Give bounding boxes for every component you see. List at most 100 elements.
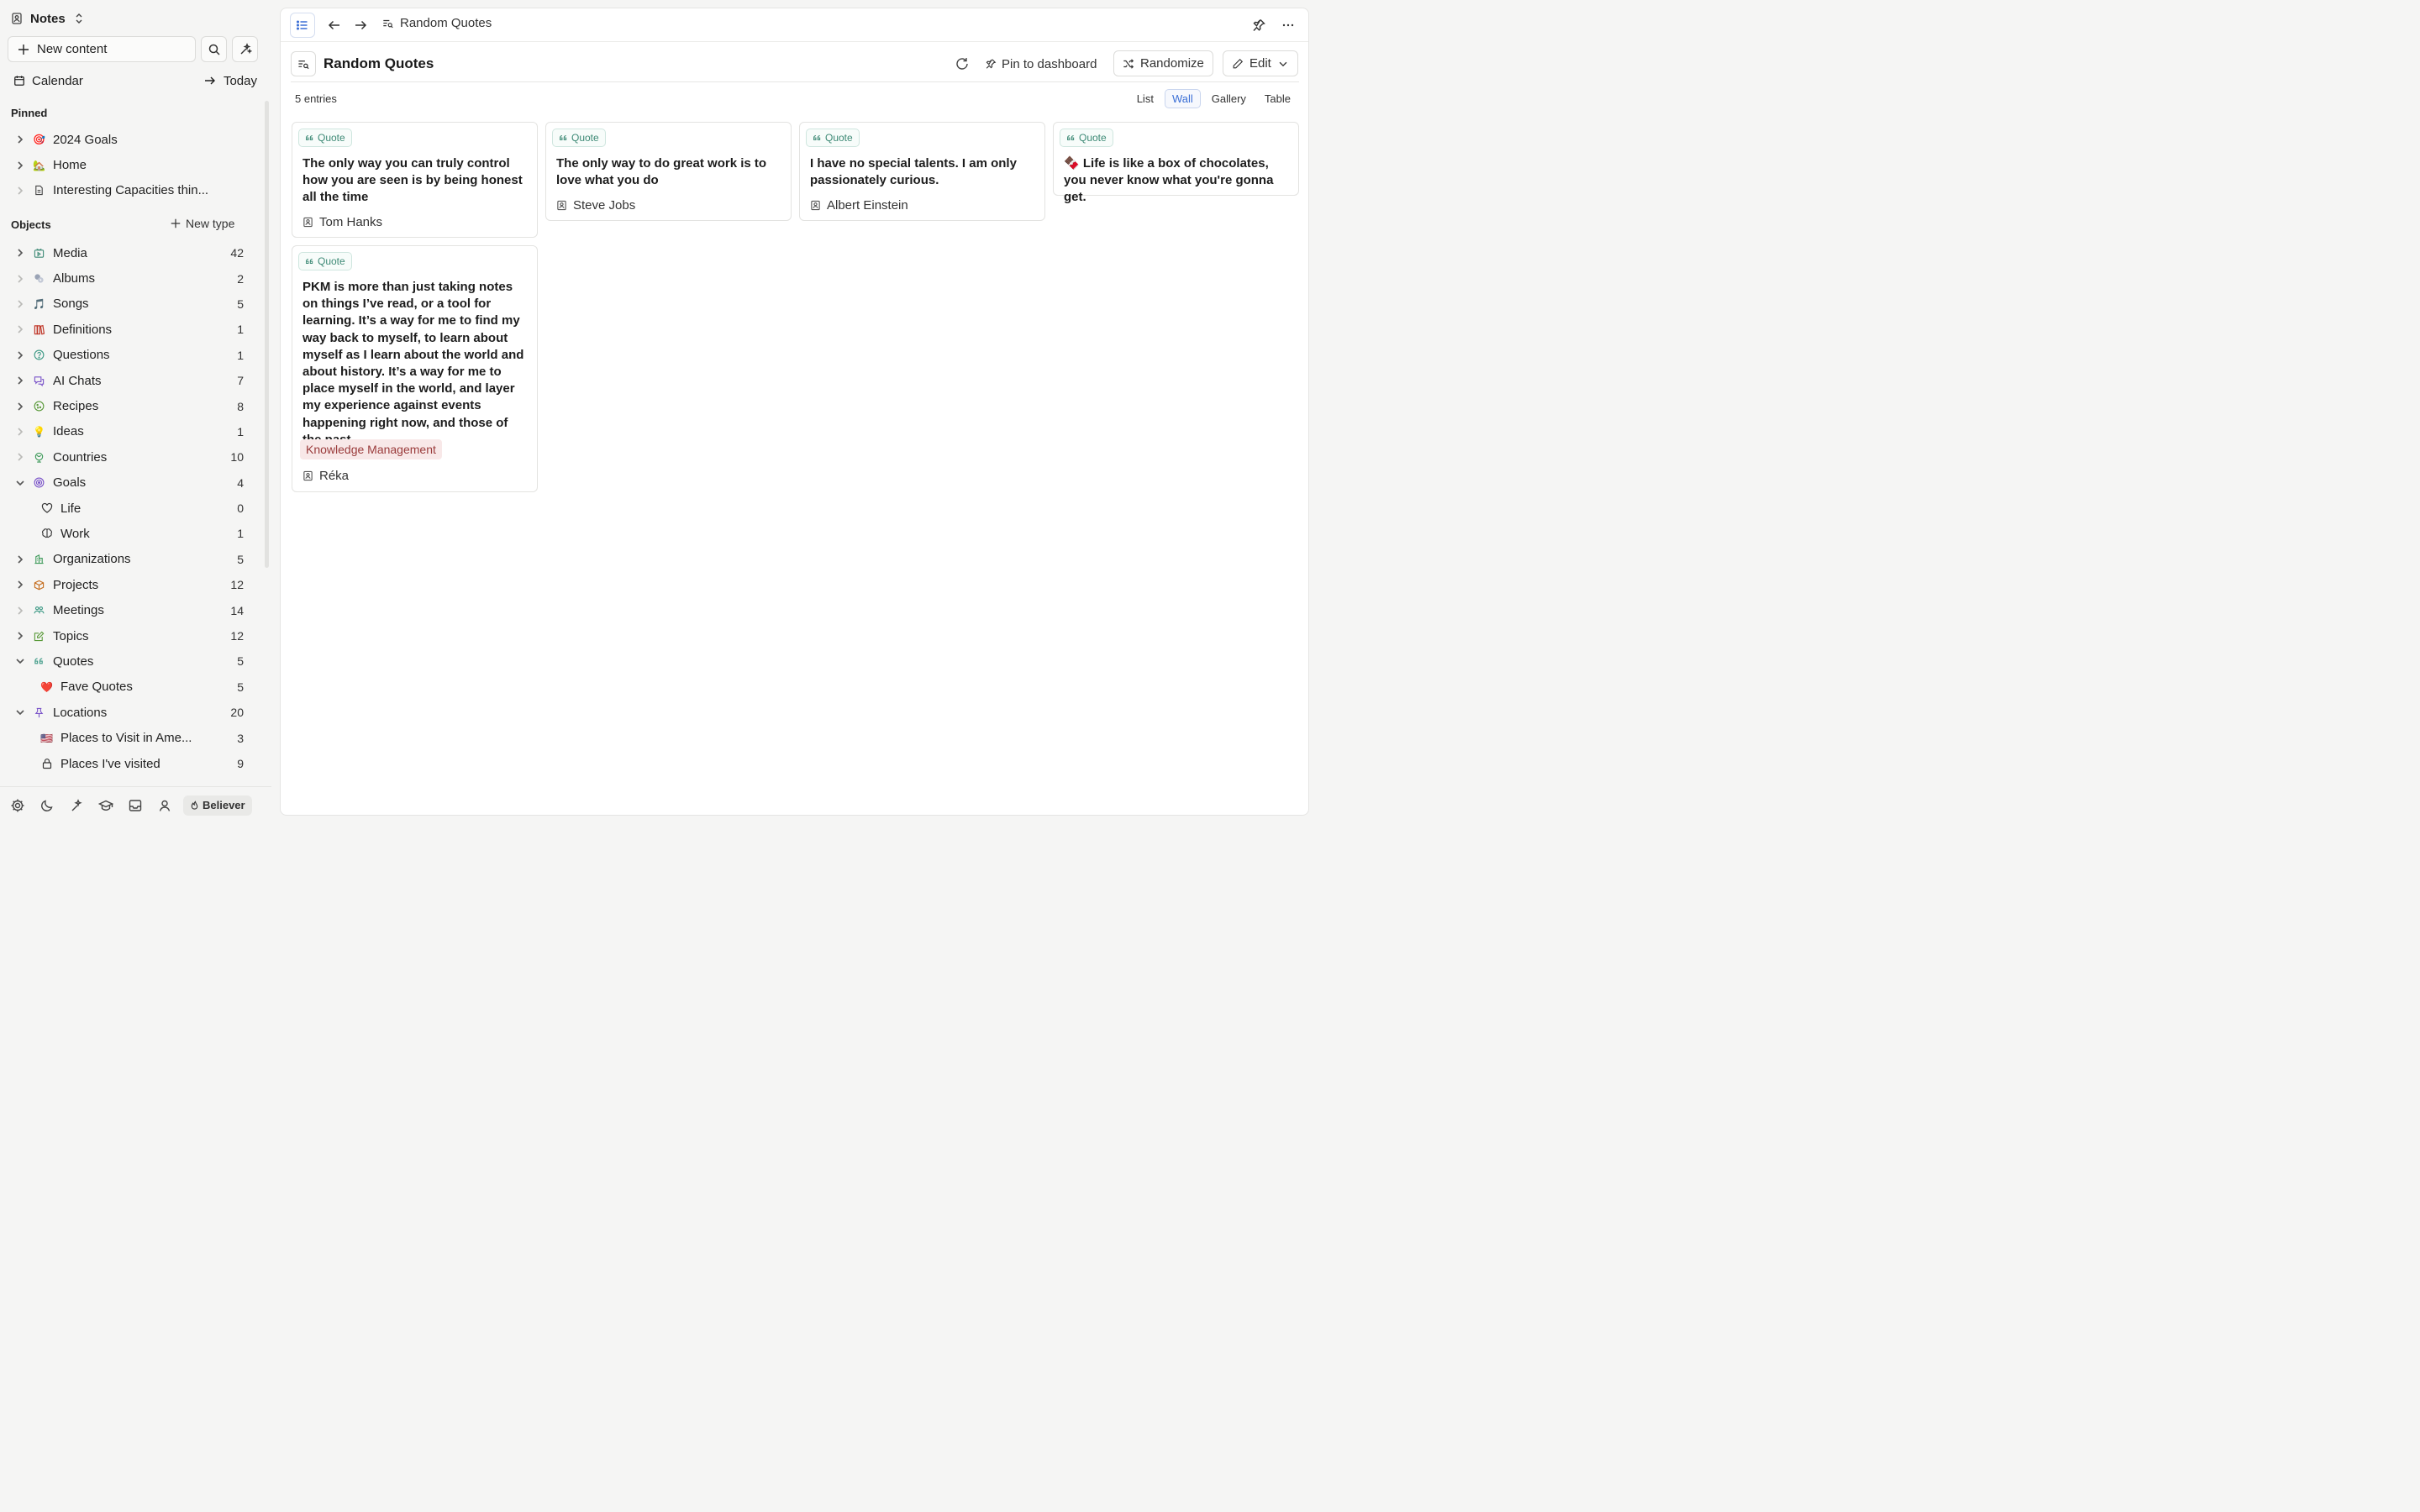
type-chip-label: Quote: [318, 255, 345, 267]
object-label: AI Chats: [53, 373, 102, 388]
randomize-button[interactable]: Randomize: [1113, 50, 1213, 76]
breadcrumb-label: Random Quotes: [400, 16, 492, 30]
object-projects[interactable]: Projects 12: [0, 572, 260, 597]
object-songs[interactable]: 🎵 Songs 5: [0, 291, 260, 317]
sparkle-wand-icon[interactable]: [69, 798, 84, 813]
object-questions[interactable]: Questions 1: [0, 343, 260, 368]
chevron-right-icon[interactable]: [14, 401, 26, 412]
quote-card[interactable]: Quote I have no special talents. I am on…: [799, 122, 1045, 221]
search-button[interactable]: [201, 36, 227, 62]
quote-card[interactable]: Quote The only way to do great work is t…: [545, 122, 792, 221]
object-locations[interactable]: Locations 20: [0, 700, 260, 725]
question-icon: [33, 349, 45, 361]
quote-card[interactable]: Quote 🍫 Life is like a box of chocolates…: [1053, 122, 1299, 204]
object-ideas[interactable]: 💡 Ideas 1: [0, 419, 260, 444]
object-media[interactable]: Media 42: [0, 240, 260, 265]
quote-card[interactable]: Quote PKM is more than just taking notes…: [292, 245, 538, 492]
toggle-sidebar-button[interactable]: [290, 13, 315, 38]
chevron-right-icon[interactable]: [14, 185, 26, 197]
ai-button[interactable]: [232, 36, 258, 62]
object-count: 1: [237, 424, 244, 438]
chevron-down-icon[interactable]: [14, 706, 26, 718]
breadcrumb[interactable]: Random Quotes: [382, 16, 492, 30]
view-gallery[interactable]: Gallery: [1204, 89, 1254, 108]
quote-card[interactable]: Quote The only way you can truly control…: [292, 122, 538, 238]
quote-author[interactable]: Albert Einstein: [810, 198, 908, 213]
moon-icon[interactable]: [39, 798, 55, 813]
chevron-right-icon[interactable]: [14, 554, 26, 565]
list-icon: [296, 20, 308, 30]
view-table[interactable]: Table: [1257, 89, 1298, 108]
object-goals[interactable]: Goals 4: [0, 470, 260, 496]
settings-gear-icon[interactable]: [10, 798, 25, 813]
quote-author[interactable]: Tom Hanks: [302, 215, 382, 229]
pinned-item-2024-goals[interactable]: 🎯 2024 Goals: [0, 127, 260, 152]
main-panel: Random Quotes Random Quotes Pin to dashb…: [280, 8, 1309, 816]
plan-badge-label: Believer: [203, 799, 245, 811]
calendar-link[interactable]: Calendar: [13, 74, 203, 88]
chevron-right-icon[interactable]: [14, 605, 26, 617]
object-meetings[interactable]: Meetings 14: [0, 597, 260, 622]
lightbulb-icon: 💡: [33, 425, 45, 438]
inbox-icon[interactable]: [128, 798, 143, 813]
object-recipes[interactable]: Recipes 8: [0, 393, 260, 418]
object-organizations[interactable]: Organizations 5: [0, 547, 260, 572]
chevron-right-icon[interactable]: [14, 349, 26, 361]
refresh-icon[interactable]: [955, 56, 970, 71]
chevron-right-icon[interactable]: [14, 134, 26, 145]
view-list[interactable]: List: [1129, 89, 1161, 108]
new-type-button[interactable]: New type: [170, 217, 234, 230]
object-quotes[interactable]: Quotes 5: [0, 648, 260, 674]
object-count: 2: [237, 271, 244, 286]
view-wall[interactable]: Wall: [1164, 89, 1201, 108]
quote-text: I have no special talents. I am only pas…: [810, 156, 1017, 188]
object-label: Organizations: [53, 552, 131, 567]
chevron-right-icon[interactable]: [14, 247, 26, 259]
forward-arrow-icon[interactable]: [353, 18, 368, 33]
space-title: Notes: [30, 11, 66, 26]
edit-button[interactable]: Edit: [1223, 50, 1298, 76]
objects-list: Media 42 Albums 2 🎵 Songs 5 Definitions …: [0, 240, 260, 776]
plan-badge[interactable]: Believer: [183, 795, 252, 816]
object-definitions[interactable]: Definitions 1: [0, 317, 260, 342]
object-topics[interactable]: Topics 12: [0, 623, 260, 648]
object-countries[interactable]: Countries 10: [0, 444, 260, 470]
chevron-right-icon[interactable]: [14, 323, 26, 335]
object-locations-places-visited[interactable]: Places I've visited 9: [0, 751, 260, 776]
pin-page-icon[interactable]: [1251, 18, 1266, 33]
query-icon: [297, 60, 309, 69]
chevron-right-icon[interactable]: [14, 298, 26, 310]
pin-to-dashboard-button[interactable]: Pin to dashboard: [985, 54, 1097, 74]
pinned-item-interesting-capacities[interactable]: Interesting Capacities thin...: [0, 178, 260, 203]
quote-author[interactable]: Réka: [302, 469, 349, 483]
quote-author[interactable]: Steve Jobs: [556, 198, 635, 213]
chevron-right-icon[interactable]: [14, 630, 26, 642]
new-content-button[interactable]: New content: [8, 36, 196, 62]
sidebar-scrollbar[interactable]: [265, 101, 269, 568]
object-label: Projects: [53, 577, 99, 592]
chevron-right-icon[interactable]: [14, 426, 26, 438]
object-goals-work[interactable]: Work 1: [0, 521, 260, 546]
object-albums[interactable]: Albums 2: [0, 265, 260, 291]
query-filter-button[interactable]: [291, 51, 316, 76]
pinned-item-home[interactable]: 🏡 Home: [0, 152, 260, 177]
object-goals-life[interactable]: Life 0: [0, 496, 260, 521]
object-count: 0: [237, 501, 244, 516]
object-locations-places-to-visit[interactable]: 🇺🇸 Places to Visit in Ame... 3: [0, 725, 260, 750]
chevron-right-icon[interactable]: [14, 375, 26, 386]
chevron-down-icon[interactable]: [14, 477, 26, 489]
user-icon[interactable]: [157, 798, 172, 813]
more-options-icon[interactable]: [1281, 18, 1296, 33]
tag-knowledge-management[interactable]: Knowledge Management: [300, 439, 442, 459]
chevron-right-icon[interactable]: [14, 160, 26, 171]
chevron-right-icon[interactable]: [14, 273, 26, 285]
chevron-right-icon[interactable]: [14, 579, 26, 591]
chevron-down-icon[interactable]: [14, 655, 26, 667]
back-arrow-icon[interactable]: [327, 18, 342, 33]
today-link[interactable]: Today: [203, 74, 257, 88]
object-quotes-fave-quotes[interactable]: ❤️ Fave Quotes 5: [0, 675, 260, 700]
graduation-cap-icon[interactable]: [98, 798, 113, 813]
space-switcher[interactable]: Notes: [10, 7, 86, 30]
object-ai-chats[interactable]: AI Chats 7: [0, 368, 260, 393]
chevron-right-icon[interactable]: [14, 451, 26, 463]
